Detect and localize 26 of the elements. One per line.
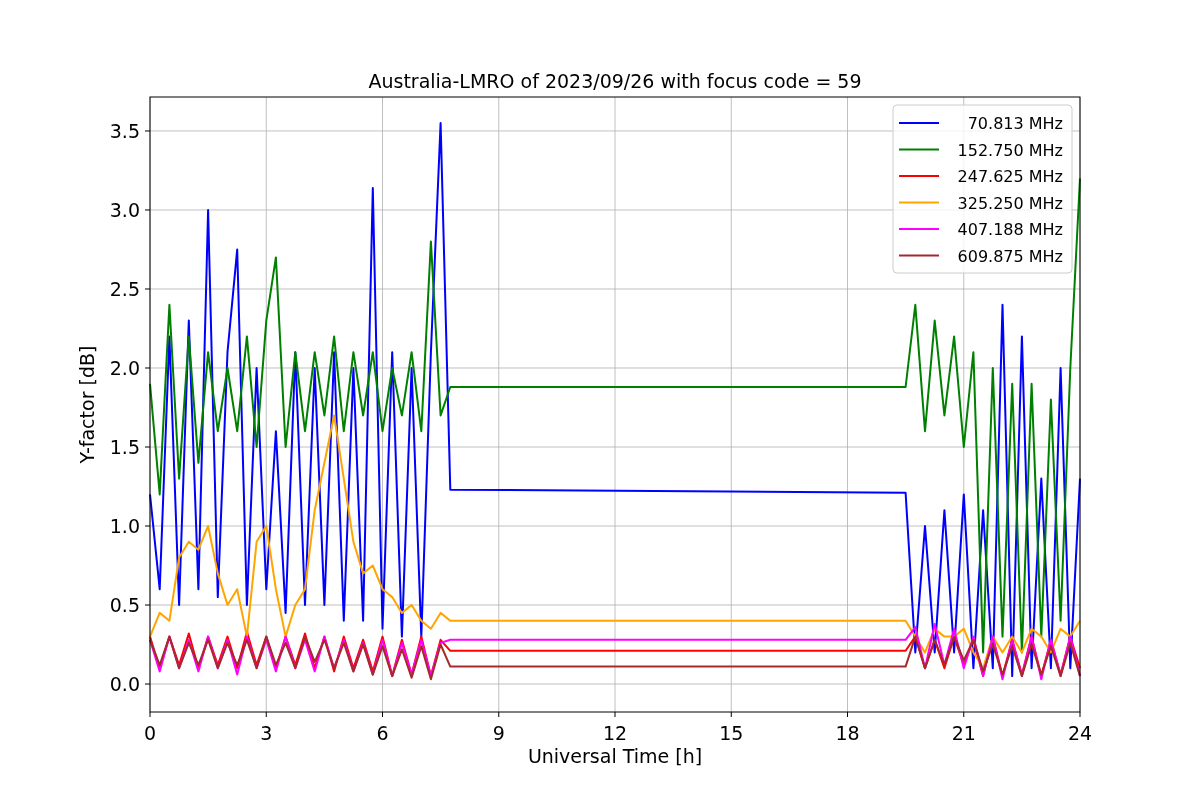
tick-label: 21 xyxy=(951,722,976,744)
tick-label: 2.5 xyxy=(109,278,140,300)
tick-label: 1.5 xyxy=(109,436,140,458)
tick-label: 12 xyxy=(602,722,628,744)
tick-label: 2.0 xyxy=(109,357,140,379)
tick-label: 3 xyxy=(260,722,273,744)
legend-label: 70.813 MHz xyxy=(967,114,1063,133)
legend-label: 247.625 MHz xyxy=(957,167,1063,186)
legend-label: 152.750 MHz xyxy=(957,140,1063,160)
tick-label: 9 xyxy=(492,722,505,744)
axis-label: Y-factor [dB] xyxy=(76,345,98,464)
tick-label: 3.5 xyxy=(109,119,140,142)
axis-label: Universal Time [h] xyxy=(527,745,703,767)
tick-label: 3.0 xyxy=(109,199,140,221)
tick-label: 24 xyxy=(1067,722,1093,744)
tick-label: 1.0 xyxy=(109,515,140,537)
tick-label: 0 xyxy=(143,722,157,744)
tick-label: 15 xyxy=(719,722,744,744)
chart-title: Australia-LMRO of 2023/09/26 with focus code = 59 xyxy=(368,70,862,92)
tick-label: 0.0 xyxy=(109,673,140,696)
legend-label: 325.250 MHz xyxy=(957,193,1063,213)
tick-label: 18 xyxy=(835,722,860,744)
tick-label: 6 xyxy=(376,722,389,744)
legend-label: 407.188 MHz xyxy=(957,220,1063,239)
legend-label: 609.875 MHz xyxy=(957,246,1063,266)
tick-label: 0.5 xyxy=(109,594,140,616)
